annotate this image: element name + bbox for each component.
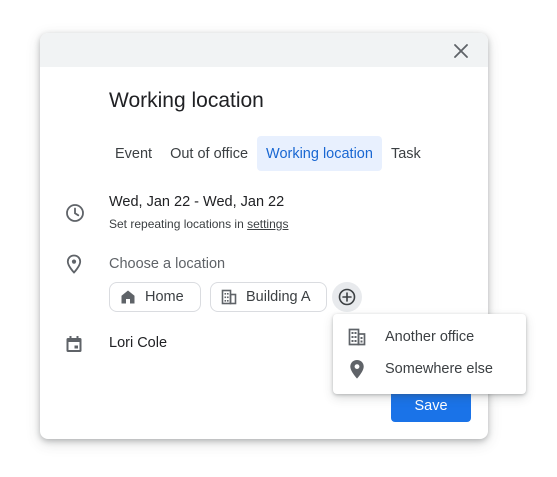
menu-item-another-office[interactable]: Another office: [333, 321, 526, 353]
close-icon: [454, 44, 468, 58]
tab-working-location[interactable]: Working location: [257, 136, 382, 171]
chip-home-label: Home: [145, 289, 184, 305]
chip-building-a-label: Building A: [246, 289, 311, 305]
building-icon: [345, 325, 369, 349]
home-icon: [119, 288, 137, 306]
event-type-tabs: Event Out of office Working location Tas…: [106, 136, 430, 171]
save-button[interactable]: Save: [391, 390, 471, 422]
dialog-title: Working location: [109, 89, 264, 112]
dialog-header: [40, 33, 488, 67]
close-button[interactable]: [448, 38, 474, 64]
location-pin-icon: [345, 357, 369, 381]
date-range[interactable]: Wed, Jan 22 - Wed, Jan 22: [109, 194, 284, 210]
clock-icon: [63, 201, 87, 225]
tab-out-of-office[interactable]: Out of office: [161, 136, 257, 171]
chip-building-a[interactable]: Building A: [210, 282, 327, 312]
add-location-button[interactable]: [332, 282, 362, 312]
calendar-owner[interactable]: Lori Cole: [109, 335, 167, 351]
add-circle-icon: [338, 288, 356, 306]
tab-task[interactable]: Task: [382, 136, 430, 171]
calendar-icon: [62, 332, 86, 356]
settings-link[interactable]: settings: [247, 217, 288, 231]
menu-item-somewhere-else-label: Somewhere else: [385, 361, 493, 377]
tab-event[interactable]: Event: [106, 136, 161, 171]
menu-item-another-office-label: Another office: [385, 329, 475, 345]
building-icon: [220, 288, 238, 306]
repeat-locations-hint: Set repeating locations in settings: [109, 217, 288, 231]
chip-home[interactable]: Home: [109, 282, 201, 312]
menu-item-somewhere-else[interactable]: Somewhere else: [333, 353, 526, 385]
location-options-menu: Another office Somewhere else: [333, 314, 526, 394]
location-pin-icon: [62, 252, 86, 276]
choose-location-label: Choose a location: [109, 256, 226, 272]
repeat-hint-text: Set repeating locations in: [109, 217, 248, 231]
